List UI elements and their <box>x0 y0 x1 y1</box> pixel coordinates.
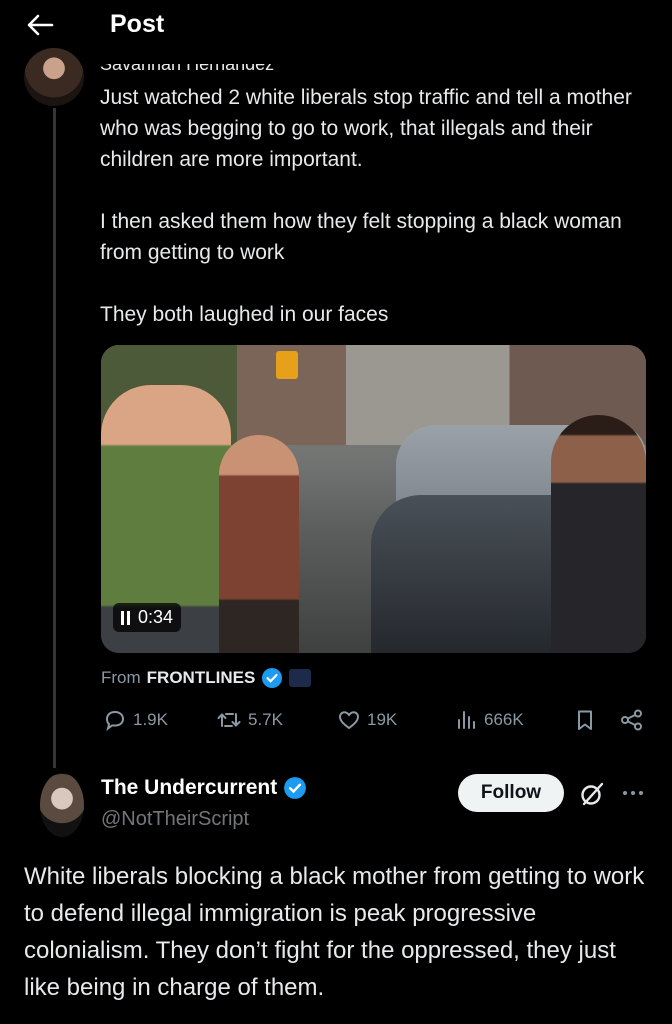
grok-icon[interactable] <box>578 780 606 808</box>
from-source-name[interactable]: FRONTLINES <box>147 668 256 688</box>
bookmark-icon <box>578 710 592 730</box>
video-play-pause-timer[interactable]: 0:34 <box>113 603 182 632</box>
more-icon[interactable] <box>620 780 646 806</box>
video-scene-traffic-light <box>276 351 298 379</box>
verified-badge-icon <box>284 777 307 799</box>
reply-icon <box>105 710 125 731</box>
tweet1-paragraph: Just watched 2 white liberals stop traff… <box>100 86 632 171</box>
video-scene-person <box>551 415 646 653</box>
tweet2-handle[interactable]: @NotTheirScript <box>101 808 249 831</box>
share-icon <box>621 709 642 731</box>
like-button[interactable]: 19K <box>337 708 397 732</box>
tweet2-text: White liberals blocking a black mother f… <box>24 863 645 1001</box>
reply-button[interactable]: 1.9K <box>103 708 168 732</box>
repost-count: 5.7K <box>248 710 283 729</box>
tweet1-actions: 1.9K 5.7K 19K 666K <box>101 708 646 742</box>
repost-icon <box>217 713 241 727</box>
from-prefix: From <box>101 668 141 687</box>
verified-badge-icon <box>262 668 283 688</box>
share-button[interactable] <box>619 708 645 732</box>
bar-chart-icon <box>458 711 475 729</box>
tweet2-avatar[interactable] <box>40 773 84 837</box>
source-logo-icon <box>289 669 312 687</box>
tweet2-author[interactable]: The Undercurrent <box>101 776 307 800</box>
thread-line <box>53 108 56 768</box>
back-button[interactable] <box>22 10 58 40</box>
tweet1-avatar[interactable] <box>24 48 84 106</box>
top-bar: Post <box>0 0 672 64</box>
arrow-left-icon <box>27 14 54 36</box>
repost-button[interactable]: 5.7K <box>216 708 283 732</box>
heart-icon <box>338 711 360 730</box>
views-button[interactable]: 666K <box>454 708 524 732</box>
page-title: Post <box>110 10 165 38</box>
pause-icon <box>121 610 130 625</box>
tweet1-paragraph: I then asked them how they felt stopping… <box>100 210 622 264</box>
video-scene-person <box>219 435 299 653</box>
tweet1-paragraph: They both laughed in our faces <box>100 303 389 326</box>
from-source-line[interactable]: From FRONTLINES <box>101 667 312 689</box>
like-count: 19K <box>367 710 398 729</box>
tweet1-video[interactable]: 0:34 <box>101 345 646 653</box>
reply-count: 1.9K <box>133 710 168 729</box>
views-count: 666K <box>484 710 524 729</box>
follow-button[interactable]: Follow <box>458 774 564 812</box>
bookmark-button[interactable] <box>573 708 597 732</box>
video-timer-label: 0:34 <box>138 607 174 627</box>
tweet1-text: Just watched 2 white liberals stop traff… <box>100 82 640 361</box>
tweet2-author-name[interactable]: The Undercurrent <box>101 776 277 800</box>
